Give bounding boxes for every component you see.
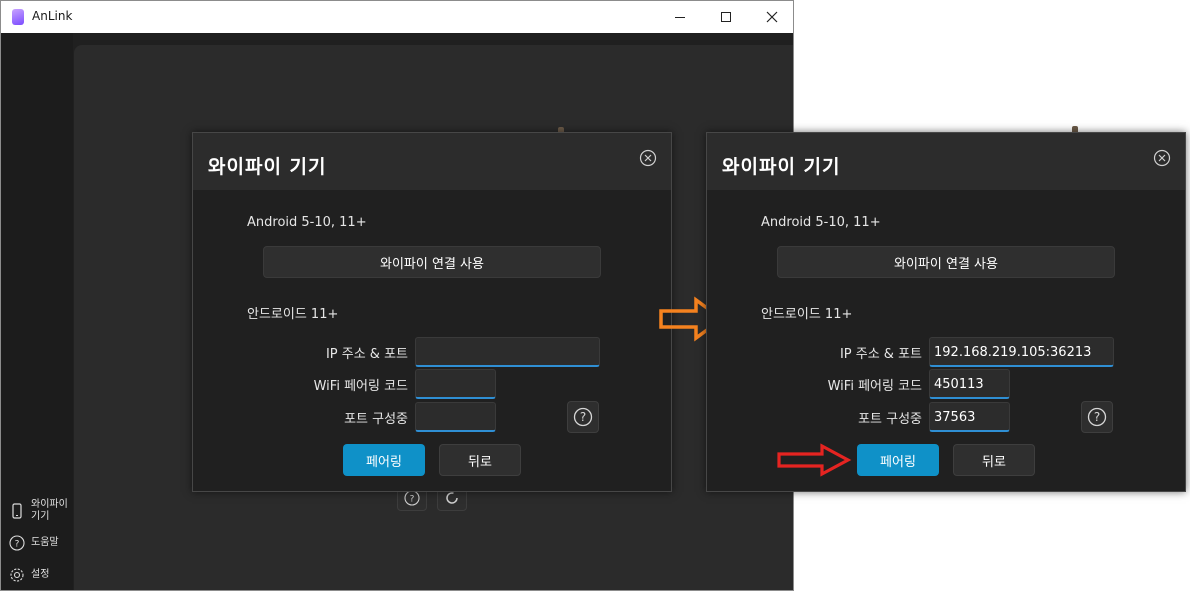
help-button[interactable]: ? [1081, 401, 1113, 433]
pairing-code-input[interactable]: 450113 [929, 369, 1010, 399]
dialog-header: 와이파이 기기 [707, 133, 1185, 190]
svg-text:?: ? [580, 410, 586, 424]
back-button[interactable]: 뒤로 [953, 444, 1035, 476]
close-window-button[interactable] [749, 1, 793, 33]
dialog-close-button[interactable] [1153, 149, 1171, 167]
gear-icon [9, 567, 25, 583]
pair-button[interactable]: 페어링 [343, 444, 425, 476]
sidebar-item-label: 도움말 [31, 537, 59, 548]
wifi-device-dialog-empty: 와이파이 기기 Android 5-10, 11+ 와이파이 연결 사용 안드로… [192, 132, 672, 492]
help-circle-icon: ? [9, 535, 25, 551]
close-circle-icon [639, 149, 657, 167]
sidebar: 와이파이 기기 ? 도움말 설정 [1, 33, 73, 590]
section-android-title: Android 5-10, 11+ [761, 215, 881, 230]
ip-port-label: IP 주소 & 포트 [839, 347, 922, 362]
minimize-icon [675, 16, 685, 18]
dialog-close-button[interactable] [639, 149, 657, 167]
ip-port-label: IP 주소 & 포트 [325, 347, 408, 362]
sidebar-item-help[interactable]: ? 도움말 [9, 535, 59, 551]
sidebar-item-settings[interactable]: 설정 [9, 567, 49, 583]
wifi-device-dialog-filled: 와이파이 기기 Android 5-10, 11+ 와이파이 연결 사용 안드로… [706, 132, 1186, 492]
sidebar-item-wifi-devices[interactable]: 와이파이 기기 [9, 499, 68, 523]
sidebar-item-label: 설정 [31, 569, 50, 580]
use-wifi-connection-button[interactable]: 와이파이 연결 사용 [777, 246, 1115, 278]
maximize-icon [721, 12, 731, 22]
title-bar: AnLink [1, 1, 793, 33]
ip-port-input[interactable]: 192.168.219.105:36213 [929, 337, 1114, 367]
port-config-label: 포트 구성중 [344, 412, 408, 427]
port-config-input[interactable] [415, 402, 496, 432]
refresh-icon [446, 492, 458, 504]
use-wifi-connection-button[interactable]: 와이파이 연결 사용 [263, 246, 601, 278]
minimize-button[interactable] [657, 1, 703, 33]
section-android-title: Android 5-10, 11+ [247, 215, 367, 230]
dialog-title: 와이파이 기기 [208, 156, 327, 178]
section-android11-title: 안드로이드 11+ [761, 307, 853, 322]
dialog-title: 와이파이 기기 [722, 156, 841, 178]
pairing-code-label: WiFi 페어링 코드 [313, 379, 408, 394]
app-logo-icon [12, 9, 24, 25]
maximize-button[interactable] [703, 1, 749, 33]
sidebar-item-label: 와이파이 기기 [31, 499, 68, 522]
svg-text:?: ? [15, 540, 20, 550]
svg-text:?: ? [410, 495, 415, 505]
red-arrow-annotation [777, 443, 852, 477]
phone-icon [9, 503, 25, 519]
app-title: AnLink [32, 9, 73, 23]
pairing-code-input[interactable] [415, 369, 496, 399]
help-circle-icon: ? [573, 407, 593, 427]
ip-port-input[interactable] [415, 337, 600, 367]
port-config-label: 포트 구성중 [858, 412, 922, 427]
port-config-input[interactable]: 37563 [929, 402, 1010, 432]
help-circle-icon: ? [404, 490, 420, 506]
section-android11-title: 안드로이드 11+ [247, 307, 339, 322]
back-button[interactable]: 뒤로 [439, 444, 521, 476]
help-button[interactable]: ? [567, 401, 599, 433]
svg-text:?: ? [1094, 410, 1100, 424]
pairing-code-label: WiFi 페어링 코드 [827, 379, 922, 394]
pair-button[interactable]: 페어링 [857, 444, 939, 476]
dialog-header: 와이파이 기기 [193, 133, 671, 190]
close-icon [766, 11, 778, 23]
close-circle-icon [1153, 149, 1171, 167]
help-circle-icon: ? [1087, 407, 1107, 427]
